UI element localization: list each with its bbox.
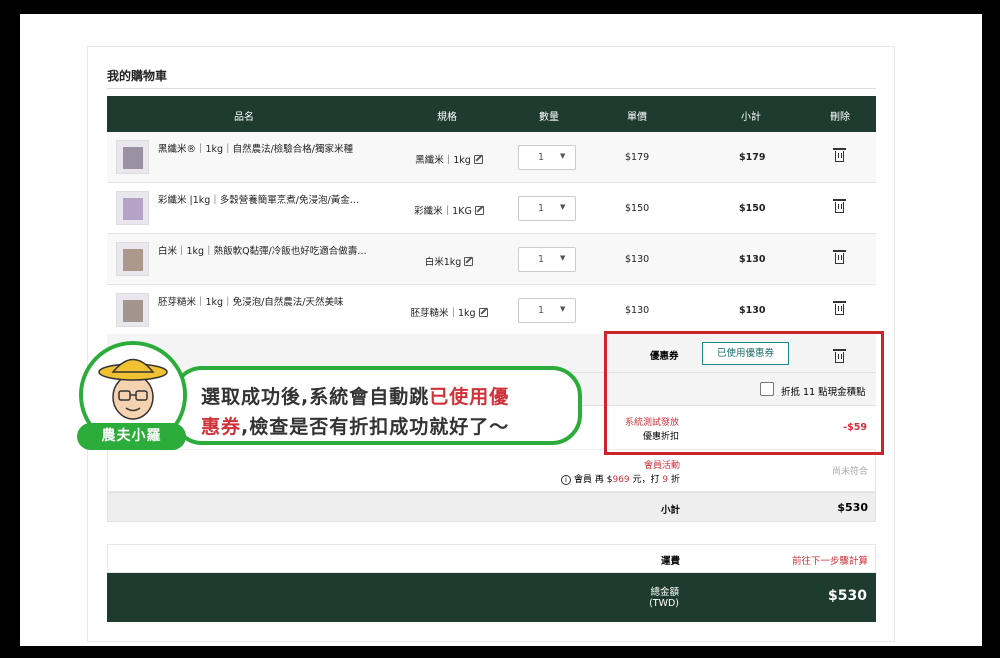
info-icon: i — [561, 475, 572, 485]
quantity-select[interactable]: 1 ▼ — [518, 196, 576, 221]
spec-text: 白米1kg — [424, 257, 462, 268]
shipping-row: 運費 前往下一步驟計算 — [107, 544, 876, 573]
header-spec: 規格 — [437, 112, 457, 123]
title-divider — [107, 88, 876, 89]
product-image[interactable] — [116, 293, 149, 327]
delete-button[interactable] — [833, 199, 846, 216]
table-row: 胚芽糙米｜1kg｜免浸泡/自然農法/天然美味 胚芽糙米｜1kg 1 ▼ $130 … — [107, 285, 876, 336]
member-activity-text: i 會員 再 $969 元，打 9 折 — [550, 472, 680, 485]
trash-icon — [833, 199, 846, 213]
callout-text-1: 選取成功後,系統會自動跳 — [201, 386, 430, 408]
header-delete: 刪除 — [830, 112, 850, 123]
product-image[interactable] — [116, 191, 149, 225]
line-subtotal: $130 — [739, 254, 766, 265]
table-row: 黑纖米®｜1kg｜自然農法/檢驗合格/獨家米種 黑纖米｜1kg 1 ▼ $179 … — [107, 132, 876, 183]
callout-text-2: ,檢查是否有折扣成功就好了～ — [241, 416, 510, 438]
header-name: 品名 — [234, 112, 254, 123]
callout-highlight-1: 已使用優 — [429, 386, 510, 408]
highlight-box — [604, 331, 884, 455]
delete-button[interactable] — [833, 148, 846, 165]
edit-icon[interactable] — [464, 257, 474, 266]
spec-text: 胚芽糙米｜1kg — [410, 308, 476, 319]
caret-down-icon: ▼ — [560, 254, 566, 262]
spec-text: 彩纖米｜1KG — [414, 206, 472, 217]
callout-line-1: 選取成功後,系統會自動跳已使用優 — [201, 382, 509, 409]
line-subtotal: $150 — [739, 203, 766, 214]
table-header: 品名 規格 數量 單價 小計 刪除 — [107, 96, 876, 132]
member-prefix: 會員 再 $ — [574, 475, 613, 485]
product-spec: 彩纖米｜1KG — [399, 203, 499, 217]
unit-price: $179 — [625, 152, 650, 163]
callout-highlight-2: 惠券 — [201, 416, 242, 438]
product-spec: 白米1kg — [399, 254, 499, 268]
subtotal-row: 小計 $530 — [107, 492, 876, 522]
quantity-value: 1 — [538, 305, 545, 316]
member-amount: 969 — [612, 475, 630, 485]
table-row: 彩纖米 |1kg｜多穀營養簡單烹煮/免浸泡/黃金… 彩纖米｜1KG 1 ▼ $15… — [107, 183, 876, 234]
quantity-value: 1 — [538, 254, 545, 265]
header-qty: 數量 — [539, 112, 559, 123]
subtotal-value: $530 — [837, 501, 868, 514]
edit-icon[interactable] — [478, 308, 488, 317]
trash-icon — [833, 148, 846, 162]
table-row: 白米｜1kg｜熱飯軟Q黏彈/冷飯也好吃適合做壽… 白米1kg 1 ▼ $130 $… — [107, 234, 876, 285]
product-name[interactable]: 彩纖米 |1kg｜多穀營養簡單烹煮/免浸泡/黃金… — [158, 192, 383, 206]
line-subtotal: $179 — [739, 152, 766, 163]
member-activity-title: 會員活動 — [643, 461, 680, 471]
caret-down-icon: ▼ — [560, 203, 566, 211]
trash-icon — [833, 250, 846, 264]
cart-title: 我的購物車 — [107, 69, 168, 83]
callout-bubble: 選取成功後,系統會自動跳已使用優 惠券,檢查是否有折扣成功就好了～ — [172, 366, 582, 445]
quantity-select[interactable]: 1 ▼ — [518, 247, 576, 272]
unit-price: $130 — [625, 254, 650, 265]
delete-button[interactable] — [833, 250, 846, 267]
delete-button[interactable] — [833, 301, 846, 318]
member-activity-row: 會員活動 i 會員 再 $969 元，打 9 折 尚未符合 — [107, 450, 876, 492]
unit-price: $130 — [625, 305, 650, 316]
product-image[interactable] — [116, 242, 149, 276]
member-mid: 元，打 — [629, 475, 663, 485]
trash-icon — [833, 301, 846, 315]
caret-down-icon: ▼ — [560, 152, 566, 160]
quantity-value: 1 — [538, 152, 545, 163]
farmer-name-badge: 農夫小羅 — [77, 423, 186, 450]
total-label: 總金額 — [650, 587, 679, 598]
line-subtotal: $130 — [739, 305, 766, 316]
quantity-value: 1 — [538, 203, 545, 214]
shipping-value: 前往下一步驟計算 — [791, 556, 868, 567]
quantity-select[interactable]: 1 ▼ — [518, 298, 576, 323]
total-currency: (TWD) — [649, 598, 679, 609]
product-spec: 黑纖米｜1kg — [399, 152, 499, 166]
product-name[interactable]: 白米｜1kg｜熱飯軟Q黏彈/冷飯也好吃適合做壽… — [158, 243, 383, 257]
header-price: 單價 — [627, 112, 647, 123]
product-name[interactable]: 胚芽糙米｜1kg｜免浸泡/自然農法/天然美味 — [158, 294, 383, 308]
caret-down-icon: ▼ — [560, 305, 566, 313]
total-value: $530 — [828, 588, 867, 604]
edit-icon[interactable] — [474, 206, 484, 215]
product-name[interactable]: 黑纖米®｜1kg｜自然農法/檢驗合格/獨家米種 — [158, 141, 383, 155]
shipping-label: 運費 — [660, 556, 680, 567]
member-suffix: 折 — [668, 475, 680, 485]
product-image[interactable] — [116, 140, 149, 174]
unit-price: $150 — [625, 203, 650, 214]
total-row: 總金額 (TWD) $530 — [107, 573, 876, 622]
callout-line-2: 惠券,檢查是否有折扣成功就好了～ — [201, 412, 509, 439]
cart-table: 品名 規格 數量 單價 小計 刪除 黑纖米®｜1kg｜自然農法/檢驗合格/獨家米… — [107, 96, 876, 336]
quantity-select[interactable]: 1 ▼ — [518, 145, 576, 170]
subtotal-label: 小計 — [660, 505, 680, 516]
edit-icon[interactable] — [473, 155, 483, 164]
header-subtotal: 小計 — [741, 112, 761, 123]
member-status: 尚未符合 — [831, 467, 868, 477]
product-spec: 胚芽糙米｜1kg — [399, 305, 499, 319]
spec-text: 黑纖米｜1kg — [415, 155, 471, 166]
